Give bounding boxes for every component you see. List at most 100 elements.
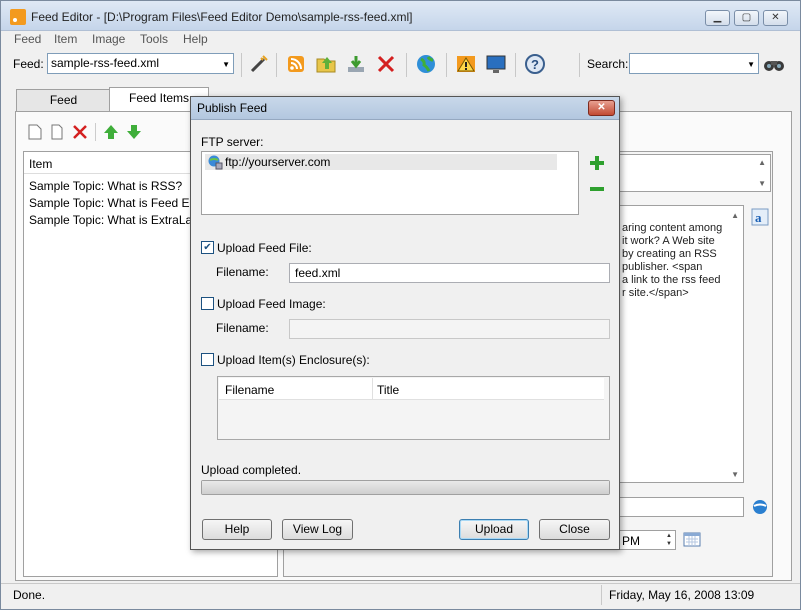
ftp-server-list[interactable]: ftp://yourserver.com: [201, 151, 579, 215]
description-field[interactable]: aring content among it work? A Web site …: [611, 205, 744, 483]
add-server-icon[interactable]: [589, 155, 605, 171]
scroll-down-icon[interactable]: ▼: [731, 470, 739, 479]
spellcheck-icon[interactable]: a: [751, 208, 769, 226]
ftp-server-row[interactable]: ftp://yourserver.com: [205, 154, 557, 170]
description-line: it work? A Web site: [622, 235, 715, 247]
move-down-icon[interactable]: [126, 124, 142, 140]
close-window-button[interactable]: ✕: [763, 10, 788, 26]
time-field[interactable]: PM ▲ ▼: [613, 530, 676, 550]
title-bar: Feed Editor - [D:\Program Files\Feed Edi…: [1, 1, 800, 31]
help-icon[interactable]: ?: [523, 53, 545, 75]
feed-select-value: sample-rss-feed.xml: [51, 56, 160, 70]
menu-item[interactable]: Item: [54, 32, 77, 46]
description-line: aring content among: [622, 222, 723, 234]
feed-select[interactable]: sample-rss-feed.xml ▼: [47, 53, 234, 74]
browser-icon[interactable]: [751, 498, 769, 516]
upload-feed-image-label: Upload Feed Image:: [217, 297, 326, 311]
image-filename-input[interactable]: [289, 319, 610, 339]
enclosures-table[interactable]: Filename Title: [217, 376, 610, 440]
help-button[interactable]: Help: [202, 519, 272, 540]
maximize-button[interactable]: ▢: [734, 10, 759, 26]
status-separator: [601, 585, 602, 605]
svg-text:a: a: [755, 210, 762, 225]
toolbar-separator: [276, 53, 277, 77]
enclosure-filename-column[interactable]: Filename: [225, 383, 274, 397]
description-line: r site.</span>: [622, 287, 689, 299]
tab-feed[interactable]: Feed: [16, 89, 111, 111]
upload-progress-bar: [201, 480, 610, 495]
progress-label: Upload completed.: [201, 463, 302, 477]
toolbar: Feed: sample-rss-feed.xml ▼ ? Search: ▼: [1, 50, 800, 79]
window-title: Feed Editor - [D:\Program Files\Feed Edi…: [31, 10, 413, 24]
description-line: by creating an RSS: [622, 248, 717, 260]
rss-app-icon: [10, 9, 26, 25]
toolbar-separator: [515, 53, 516, 77]
toolbar-separator: [579, 53, 580, 77]
chevron-down-icon: ▼: [747, 60, 755, 69]
dialog-close-icon[interactable]: ✕: [588, 100, 615, 116]
toolbar-separator: [406, 53, 407, 77]
feed-label: Feed:: [13, 57, 44, 71]
menu-image[interactable]: Image: [92, 32, 125, 46]
search-label: Search:: [587, 57, 629, 71]
open-folder-icon[interactable]: [315, 53, 337, 75]
list-item[interactable]: Sample Topic: What is RSS?: [29, 179, 182, 193]
status-divider: [1, 583, 800, 584]
toolbar-separator: [95, 123, 96, 141]
ftp-server-entry: ftp://yourserver.com: [225, 155, 331, 169]
svg-text:?: ?: [531, 57, 539, 72]
warning-icon[interactable]: [455, 53, 477, 75]
title-field[interactable]: ▲ ▼: [611, 154, 771, 192]
status-datetime: Friday, May 16, 2008 13:09: [609, 588, 755, 602]
close-button[interactable]: Close: [539, 519, 610, 540]
magic-wand-icon[interactable]: [248, 53, 270, 75]
spinner-icon[interactable]: ▲ ▼: [666, 532, 672, 548]
status-text: Done.: [13, 588, 46, 602]
remove-server-icon[interactable]: [589, 181, 605, 197]
dialog-title: Publish Feed: [197, 101, 268, 115]
enclosure-title-column[interactable]: Title: [377, 383, 399, 397]
menu-tools[interactable]: Tools: [140, 32, 168, 46]
dialog-title-bar: Publish Feed ✕: [191, 97, 619, 120]
delete-item-icon[interactable]: [72, 124, 88, 140]
move-up-icon[interactable]: [103, 124, 119, 140]
rss-feed-icon[interactable]: [285, 53, 307, 75]
upload-feed-file-checkbox[interactable]: ✔: [201, 241, 214, 254]
download-icon[interactable]: [345, 53, 367, 75]
column-divider: [372, 378, 373, 400]
menu-help[interactable]: Help: [183, 32, 208, 46]
calendar-icon[interactable]: [683, 531, 701, 547]
delete-icon[interactable]: [375, 53, 397, 75]
upload-feed-file-label: Upload Feed File:: [217, 241, 312, 255]
upload-enclosures-label: Upload Item(s) Enclosure(s):: [217, 353, 370, 367]
menu-bar: Feed Item Image Tools Help: [1, 32, 800, 50]
binoculars-icon[interactable]: [763, 53, 785, 75]
scroll-up-icon[interactable]: ▲: [731, 211, 739, 220]
item-column-header[interactable]: Item: [29, 157, 52, 171]
description-line: publisher. <span: [622, 261, 703, 273]
scroll-down-icon[interactable]: ▼: [758, 179, 766, 188]
monitor-icon[interactable]: [485, 53, 507, 75]
upload-button[interactable]: Upload: [459, 519, 529, 540]
copy-item-icon[interactable]: [49, 124, 65, 140]
time-value: PM: [622, 534, 640, 548]
new-item-icon[interactable]: [27, 124, 43, 140]
toolbar-separator: [446, 53, 447, 77]
feed-filename-value: feed.xml: [295, 266, 341, 280]
link-field[interactable]: [611, 497, 744, 517]
description-text: aring content among it work? A Web site …: [622, 222, 722, 300]
description-line: a link to the rss feed: [622, 274, 721, 286]
list-item[interactable]: Sample Topic: What is ExtraLabs S: [29, 213, 216, 227]
scroll-up-icon[interactable]: ▲: [758, 158, 766, 167]
list-item[interactable]: Sample Topic: What is Feed Editor: [29, 196, 213, 210]
chevron-down-icon: ▼: [222, 60, 230, 69]
upload-feed-image-checkbox[interactable]: [201, 297, 214, 310]
globe-icon[interactable]: [415, 53, 437, 75]
feed-filename-input[interactable]: feed.xml: [289, 263, 610, 283]
upload-enclosures-checkbox[interactable]: [201, 353, 214, 366]
ftp-server-icon: [208, 155, 223, 170]
search-input[interactable]: ▼: [629, 53, 759, 74]
view-log-button[interactable]: View Log: [282, 519, 353, 540]
minimize-button[interactable]: ▁: [705, 10, 730, 26]
menu-feed[interactable]: Feed: [14, 32, 41, 46]
